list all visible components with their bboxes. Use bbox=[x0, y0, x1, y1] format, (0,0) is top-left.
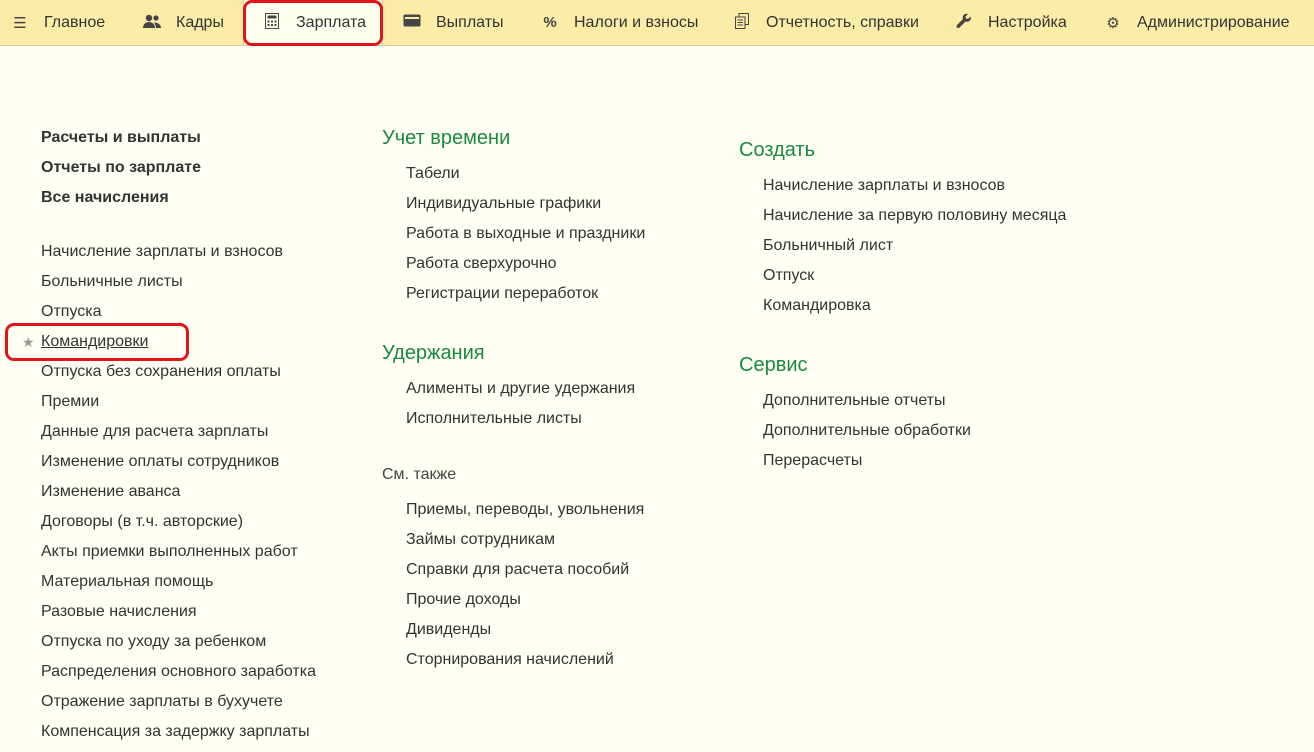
tab-label: Кадры bbox=[176, 13, 224, 31]
menu-icon: ☰ bbox=[13, 14, 27, 32]
wallet-icon bbox=[402, 14, 422, 31]
heading-see-also: См. также bbox=[382, 466, 457, 483]
tab-label: Налоги и взносы bbox=[574, 13, 699, 31]
heading-service: Сервис bbox=[739, 354, 808, 376]
link-other-income[interactable]: Прочие доходы bbox=[406, 591, 521, 609]
link-earnings-distribution[interactable]: Распределения основного заработка bbox=[41, 663, 316, 681]
link-additional-reports[interactable]: Дополнительные отчеты bbox=[763, 392, 946, 410]
link-writs[interactable]: Исполнительные листы bbox=[406, 410, 582, 428]
section-panel: ☰ Главное Кадры Зарплата Выплаты % Налог… bbox=[0, 0, 1314, 46]
link-holiday-work[interactable]: Работа в выходные и праздники bbox=[406, 225, 645, 243]
link-pay-change[interactable]: Изменение оплаты сотрудников bbox=[41, 453, 279, 471]
tab-main[interactable]: ☰ Главное bbox=[10, 0, 105, 45]
link-timesheets[interactable]: Табели bbox=[406, 165, 460, 183]
gear-icon: ⚙ bbox=[1106, 14, 1120, 32]
heading-time-tracking: Учет времени bbox=[382, 127, 511, 149]
link-salary-data[interactable]: Данные для расчета зарплаты bbox=[41, 423, 268, 441]
tab-label: Главное bbox=[44, 13, 106, 31]
link-overtime-registrations[interactable]: Регистрации переработок bbox=[406, 285, 598, 303]
link-create-payroll[interactable]: Начисление зарплаты и взносов bbox=[763, 177, 1005, 195]
percent-icon: % bbox=[543, 14, 557, 31]
link-additional-processing[interactable]: Дополнительные обработки bbox=[763, 422, 971, 440]
link-recalculations[interactable]: Перерасчеты bbox=[763, 452, 862, 470]
link-childcare-leave[interactable]: Отпуска по уходу за ребенком bbox=[41, 633, 266, 651]
tab-label: Настройка bbox=[988, 13, 1067, 31]
link-delay-compensation[interactable]: Компенсация за задержку зарплаты bbox=[41, 723, 310, 741]
tab-taxes[interactable]: % Налоги и взносы bbox=[540, 0, 698, 45]
people-icon bbox=[142, 13, 162, 33]
tab-label: Выплаты bbox=[436, 13, 504, 31]
star-icon[interactable]: ★ bbox=[22, 333, 35, 351]
link-payroll-accrual[interactable]: Начисление зарплаты и взносов bbox=[41, 243, 283, 261]
tab-payments[interactable]: Выплаты bbox=[402, 0, 504, 45]
link-sick-leaves[interactable]: Больничные листы bbox=[41, 273, 183, 291]
link-employee-loans[interactable]: Займы сотрудникам bbox=[406, 531, 555, 549]
link-create-first-half[interactable]: Начисление за первую половину месяца bbox=[763, 207, 1066, 225]
link-alimony[interactable]: Алименты и другие удержания bbox=[406, 380, 635, 398]
tab-label: Администрирование bbox=[1137, 13, 1290, 31]
link-dividends[interactable]: Дивиденды bbox=[406, 621, 491, 639]
link-salary-accounting[interactable]: Отражение зарплаты в бухучете bbox=[41, 693, 283, 711]
link-create-business-trip[interactable]: Командировка bbox=[763, 297, 871, 315]
highlight-salary-tab bbox=[243, 0, 383, 46]
tab-hr[interactable]: Кадры bbox=[142, 0, 224, 45]
link-overtime[interactable]: Работа сверхурочно bbox=[406, 255, 557, 273]
link-all-accruals[interactable]: Все начисления bbox=[41, 189, 169, 207]
link-financial-aid[interactable]: Материальная помощь bbox=[41, 573, 213, 591]
link-individual-schedules[interactable]: Индивидуальные графики bbox=[406, 195, 601, 213]
link-business-trips[interactable]: Командировки bbox=[41, 333, 148, 351]
link-create-vacation[interactable]: Отпуск bbox=[763, 267, 814, 285]
link-advance-change[interactable]: Изменение аванса bbox=[41, 483, 180, 501]
link-create-sick-leave[interactable]: Больничный лист bbox=[763, 237, 893, 255]
link-calculations-payments[interactable]: Расчеты и выплаты bbox=[41, 129, 201, 147]
tab-administration[interactable]: ⚙ Администрирование bbox=[1103, 0, 1290, 45]
tab-label: Отчетность, справки bbox=[766, 13, 919, 31]
tab-settings[interactable]: Настройка bbox=[954, 0, 1067, 45]
link-benefit-certificates[interactable]: Справки для расчета пособий bbox=[406, 561, 629, 579]
link-hiring-transfers[interactable]: Приемы, переводы, увольнения bbox=[406, 501, 644, 519]
link-contracts[interactable]: Договоры (в т.ч. авторские) bbox=[41, 513, 243, 531]
link-acceptance-acts[interactable]: Акты приемки выполненных работ bbox=[41, 543, 298, 561]
documents-icon bbox=[732, 12, 752, 33]
link-accrual-reversals[interactable]: Сторнирования начислений bbox=[406, 651, 614, 669]
link-vacations[interactable]: Отпуска bbox=[41, 303, 102, 321]
link-one-time-accruals[interactable]: Разовые начисления bbox=[41, 603, 197, 621]
link-unpaid-leave[interactable]: Отпуска без сохранения оплаты bbox=[41, 363, 281, 381]
link-bonuses[interactable]: Премии bbox=[41, 393, 99, 411]
link-salary-reports[interactable]: Отчеты по зарплате bbox=[41, 159, 201, 177]
tab-reports[interactable]: Отчетность, справки bbox=[732, 0, 919, 45]
heading-deductions: Удержания bbox=[382, 342, 485, 364]
heading-create: Создать bbox=[739, 139, 816, 161]
wrench-icon bbox=[954, 13, 974, 33]
